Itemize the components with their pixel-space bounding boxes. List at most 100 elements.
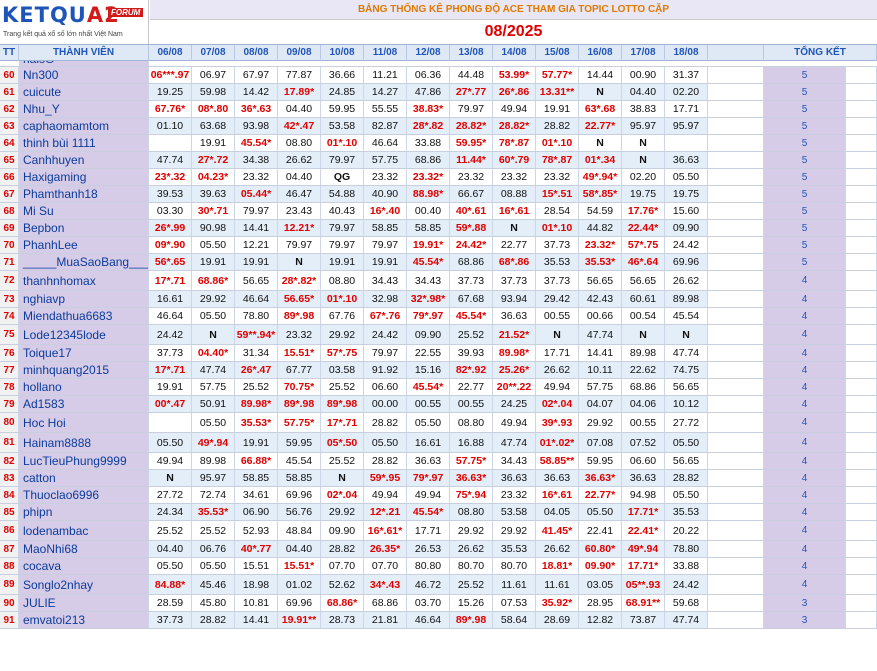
total-spacer [846,203,877,219]
total-spacer [846,291,877,307]
day-value: 28.95 [579,595,622,611]
table-row: 83 catton N 95.97 58.85 58.85 N 59*.95 79*.97 36.… [0,470,877,487]
total-spacer [846,396,877,412]
day-value: 94.98 [622,487,665,503]
day-value: 58.85 [364,220,407,236]
member-name[interactable]: nghiavp [19,291,149,307]
member-name[interactable]: cuicute [19,84,149,100]
day-value [149,413,192,432]
member-name[interactable]: phipn [19,504,149,520]
member-name[interactable]: Phamthanh18 [19,186,149,202]
day-value: 16*.40 [364,203,407,219]
header-member: THÀNH VIÊN [19,45,149,61]
day-value: 59.95 [278,433,321,452]
total-spacer [846,169,877,185]
day-value: 28.82 [665,470,708,486]
member-name[interactable]: _____MuaSaoBang___ [19,254,149,270]
day-value: 54.88 [321,186,364,202]
day-value: 37.73 [149,612,192,628]
member-name[interactable]: thanhnhomax [19,271,149,290]
day-value: 52.93 [235,521,278,540]
row-gap [708,271,764,290]
day-value: N [192,325,235,344]
member-name[interactable]: Miendathua6683 [19,308,149,324]
day-value: 17.71* [622,558,665,574]
day-value: 23.32 [450,169,493,185]
day-value: 07.53 [493,595,536,611]
member-name[interactable]: cocava [19,558,149,574]
day-value: 63*.68 [579,101,622,117]
day-value: 74.75 [665,362,708,378]
day-value: 89.98 [622,345,665,361]
member-name[interactable]: Nn300 [19,67,149,83]
day-value: 47.74 [579,325,622,344]
day-value: 28*.82* [278,271,321,290]
total-score: 4 [764,362,846,378]
member-name[interactable]: Thuoclao6996 [19,487,149,503]
day-value: 17.71 [665,101,708,117]
member-name[interactable]: Haxigaming [19,169,149,185]
member-name[interactable]: nalsG [19,61,149,66]
day-value: 63.68 [192,118,235,134]
member-name[interactable]: minhquang2015 [19,362,149,378]
total-spacer [846,135,877,151]
day-value: 12*.21 [364,504,407,520]
member-name[interactable]: Nhu_Y [19,101,149,117]
day-value: 21.81 [364,612,407,628]
day-value: 16*.61 [536,487,579,503]
member-name[interactable]: caphaomamtom [19,118,149,134]
member-name[interactable]: JULIE [19,595,149,611]
day-value: 53.58 [493,504,536,520]
day-value: 22.41 [579,521,622,540]
day-value: 32.98 [364,291,407,307]
day-value: 52.62 [321,575,364,594]
day-value: 54.59 [579,203,622,219]
member-name[interactable]: hollano [19,379,149,395]
header-date: 17/08 [622,45,665,61]
day-value: 35.53 [536,254,579,270]
day-value: 27*.72 [192,152,235,168]
day-value: 40*.77 [235,541,278,557]
day-value: 24.42 [665,575,708,594]
member-name[interactable]: PhanhLee [19,237,149,253]
day-value: 23.32 [493,169,536,185]
member-name[interactable]: MaoNhi68 [19,541,149,557]
member-name[interactable]: Hainam8888 [19,433,149,452]
day-value: 23*.32 [149,169,192,185]
member-name[interactable]: Canhhuyen [19,152,149,168]
day-value: 28*.82 [407,118,450,134]
day-value: 08.80 [278,135,321,151]
day-value: 49.94 [149,453,192,469]
day-value: 29.42 [536,291,579,307]
day-value: 38.83* [407,101,450,117]
day-value: 15*.51 [536,186,579,202]
member-name[interactable]: Mi Su [19,203,149,219]
logo[interactable]: KETQUA2 FORUM Trang kết quả xổ số lớn nh… [0,0,149,44]
day-value: 17*.71 [149,362,192,378]
member-name[interactable]: thinh bùi 1111 [19,135,149,151]
day-value: 58.85 [407,220,450,236]
day-value: 47.74 [149,152,192,168]
member-name[interactable]: Toique17 [19,345,149,361]
member-name[interactable]: Ad1583 [19,396,149,412]
member-name[interactable]: LucTieuPhung9999 [19,453,149,469]
day-value: 06.97 [192,67,235,83]
member-name[interactable]: Hoc Hoi [19,413,149,432]
member-name[interactable]: emvatoi213 [19,612,149,628]
day-value: 14.27 [364,84,407,100]
logo-wordmark: KETQUA2 [2,3,120,27]
member-name[interactable]: Bepbon [19,220,149,236]
day-value: 89*.98 [321,396,364,412]
member-name[interactable]: lodenambac [19,521,149,540]
total-spacer [846,152,877,168]
day-value: 40*.61 [450,203,493,219]
member-name[interactable]: Songlo2nhay [19,575,149,594]
day-value: 01*.10 [321,291,364,307]
day-value: 90.98 [192,220,235,236]
day-value: 93.94 [493,291,536,307]
day-value: 40.43 [321,203,364,219]
member-name[interactable]: Lode12345lode [19,325,149,344]
row-gap [708,379,764,395]
total-score: 4 [764,541,846,557]
member-name[interactable]: catton [19,470,149,486]
